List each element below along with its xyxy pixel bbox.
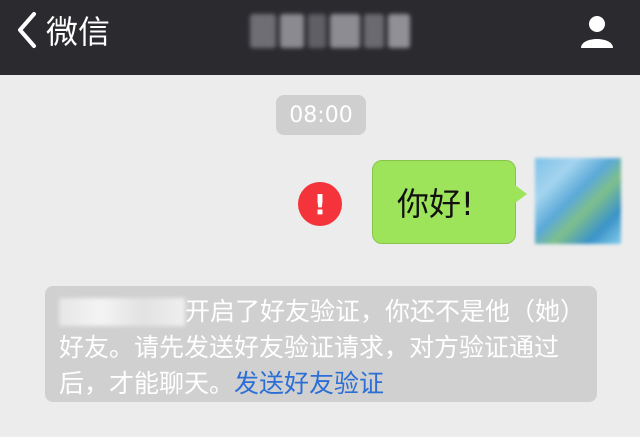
message-text: 你好! [397,185,474,223]
avatar[interactable] [535,158,621,244]
timestamp: 08:00 [276,95,366,135]
back-label: 微信 [46,13,111,51]
system-notice: 开启了好友验证，你还不是他（她）好友。请先发送好友验证请求，对方验证通过后，才能… [45,286,597,402]
chevron-left-icon [18,12,36,48]
message-bubble[interactable]: 你好! [372,160,527,244]
top-bar: 微信 [0,0,640,75]
back-button[interactable]: 微信 [14,10,111,51]
chat-title [250,8,410,54]
person-icon[interactable] [578,12,616,50]
blurred-contact-name [59,298,185,326]
send-verification-link[interactable]: 发送好友验证 [234,369,384,398]
send-failed-icon[interactable]: ! [298,182,342,226]
